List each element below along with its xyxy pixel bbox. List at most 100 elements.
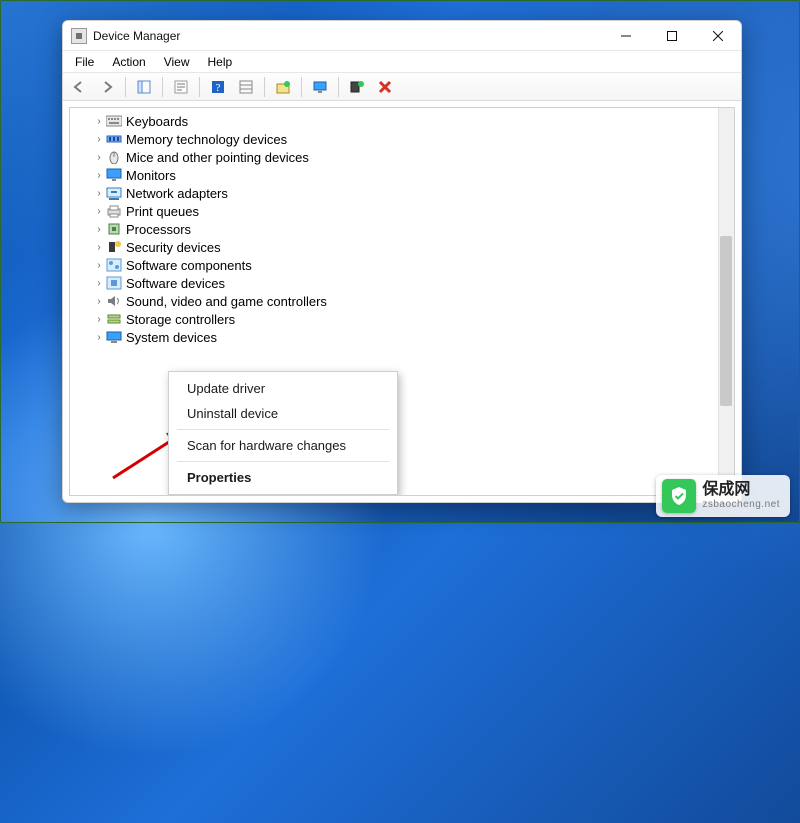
tree-node-label: Sound, video and game controllers [126,294,327,309]
toolbar-separator [264,77,265,97]
cpu-icon [106,222,122,236]
add-legacy-button[interactable] [345,75,369,99]
printer-icon [106,204,122,218]
close-button[interactable] [695,21,741,51]
toolbar-separator [338,77,339,97]
menu-help[interactable]: Help [200,53,241,71]
network-icon [106,186,122,200]
show-hide-tree-button[interactable] [132,75,156,99]
tree-node-label: Storage controllers [126,312,235,327]
back-arrow-icon [72,80,86,94]
software-device-icon [106,276,122,290]
details-button[interactable] [234,75,258,99]
window-title: Device Manager [93,29,180,43]
properties-icon [174,80,188,94]
storage-icon [106,312,122,326]
expand-caret-icon[interactable]: › [94,134,104,145]
context-menu-separator [177,461,389,462]
context-menu-separator [177,429,389,430]
titlebar: Device Manager [63,21,741,51]
tree-node[interactable]: › System devices [72,328,732,346]
device-manager-window: Device Manager File Action View Help ? [62,20,742,503]
expand-caret-icon[interactable]: › [94,224,104,235]
context-menu-item-update-driver[interactable]: Update driver [169,376,397,401]
uninstall-toolbar-button[interactable] [373,75,397,99]
device-tree-panel: › Keyboards › Memory technology devices › Mic… [69,107,735,496]
security-icon [106,240,122,254]
maximize-button[interactable] [649,21,695,51]
toolbar-separator [301,77,302,97]
tree-node-label: Print queues [126,204,199,219]
tree-node[interactable]: › Memory technology devices [72,130,732,148]
tree-node-label: Software components [126,258,252,273]
expand-caret-icon[interactable]: › [94,116,104,127]
watermark-badge-icon [662,479,696,513]
monitor-icon [313,80,327,94]
context-menu-item-uninstall-device[interactable]: Uninstall device [169,401,397,426]
back-button[interactable] [67,75,91,99]
tree-node-label: Processors [126,222,191,237]
forward-button[interactable] [95,75,119,99]
tree-node[interactable]: › Storage controllers [72,310,732,328]
context-menu-item-scan-for-hardware-changes[interactable]: Scan for hardware changes [169,433,397,458]
tree-node[interactable]: › Sound, video and game controllers [72,292,732,310]
toolbar-separator [199,77,200,97]
context-menu-item-properties[interactable]: Properties [169,465,397,490]
toolbar-separator [162,77,163,97]
watermark-name: 保成网 [702,481,780,499]
content-area: › Keyboards › Memory technology devices › Mic… [63,101,741,502]
memory-icon [106,132,122,146]
tree-node-label: Memory technology devices [126,132,287,147]
help-button[interactable]: ? [206,75,230,99]
tree-node-label: Software devices [126,276,225,291]
menu-view[interactable]: View [156,53,198,71]
tree-node[interactable]: › Network adapters [72,184,732,202]
help-icon: ? [211,80,225,94]
tree-node-label: System devices [126,330,217,345]
menu-file[interactable]: File [67,53,102,71]
tree-node[interactable]: › Software devices [72,274,732,292]
vertical-scrollbar[interactable] [718,108,734,495]
tree-node-label: Network adapters [126,186,228,201]
expand-caret-icon[interactable]: › [94,188,104,199]
monitor-icon [106,168,122,182]
expand-caret-icon[interactable]: › [94,242,104,253]
tree-node[interactable]: › Keyboards [72,112,732,130]
forward-arrow-icon [100,80,114,94]
tree-node[interactable]: ›Monitors [72,166,732,184]
delete-icon [378,80,392,94]
add-legacy-icon [350,80,364,94]
expand-caret-icon[interactable]: › [94,206,104,217]
scan-hardware-button[interactable] [271,75,295,99]
device-tree[interactable]: › Keyboards › Memory technology devices › Mic… [72,112,732,346]
tree-node[interactable]: ›Security devices [72,238,732,256]
system-icon [106,330,122,344]
menu-action[interactable]: Action [104,53,153,71]
expand-caret-icon[interactable]: › [94,170,104,181]
menubar: File Action View Help [63,51,741,73]
sound-icon [106,294,122,308]
expand-caret-icon[interactable]: › [94,152,104,163]
tree-node-label: Keyboards [126,114,188,129]
minimize-button[interactable] [603,21,649,51]
keyboard-icon [106,114,122,128]
context-menu: Update driverUninstall device Scan for ha… [168,371,398,495]
scrollbar-thumb[interactable] [720,236,732,406]
app-icon [71,28,87,44]
tree-node[interactable]: › Print queues [72,202,732,220]
mouse-icon [106,150,122,164]
expand-caret-icon[interactable]: › [94,260,104,271]
svg-text:?: ? [216,82,221,94]
expand-caret-icon[interactable]: › [94,314,104,325]
properties-button[interactable] [169,75,193,99]
details-icon [239,80,253,94]
tree-node[interactable]: › Software components [72,256,732,274]
tree-node[interactable]: › Processors [72,220,732,238]
show-hide-tree-icon [137,80,151,94]
expand-caret-icon[interactable]: › [94,296,104,307]
expand-caret-icon[interactable]: › [94,278,104,289]
tree-node-label: Mice and other pointing devices [126,150,309,165]
tree-node[interactable]: › Mice and other pointing devices [72,148,732,166]
expand-caret-icon[interactable]: › [94,332,104,343]
devices-by-type-button[interactable] [308,75,332,99]
